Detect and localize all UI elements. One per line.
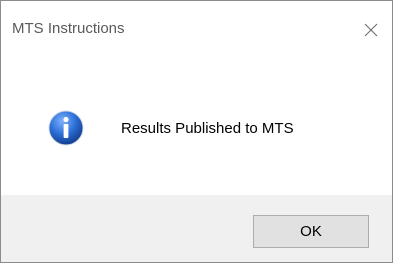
ok-button[interactable]: OK [253,215,369,248]
dialog-message: Results Published to MTS [121,120,294,137]
dialog-content: Results Published to MTS [1,45,392,191]
message-dialog: MTS Instructions Results Published to MT… [0,0,393,263]
button-bar: OK [1,195,392,262]
title-bar[interactable]: MTS Instructions [1,1,392,45]
window-title: MTS Instructions [12,20,125,37]
close-icon [363,22,379,38]
info-icon [48,110,84,146]
close-button[interactable] [353,15,389,45]
